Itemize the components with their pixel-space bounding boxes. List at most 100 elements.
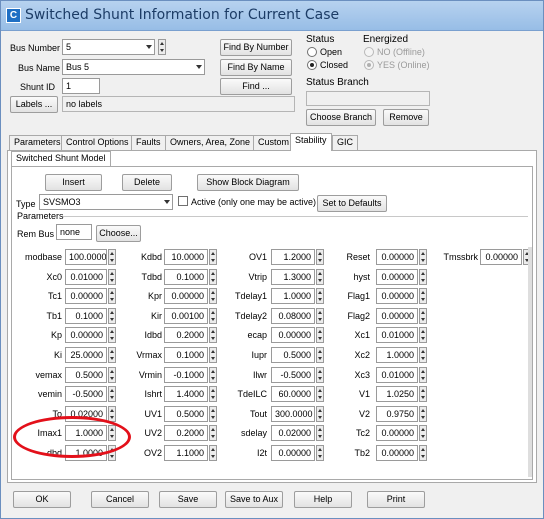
param-spinner-kpr[interactable] [209, 288, 217, 304]
param-field-ishrt[interactable]: 1.4000 [164, 386, 208, 402]
spin-down-icon[interactable] [421, 259, 425, 262]
choose-rem-bus-button[interactable]: Choose... [96, 225, 141, 242]
param-field-tc1[interactable]: 0.00000 [65, 288, 107, 304]
insert-button[interactable]: Insert [45, 174, 102, 191]
param-field-tdelay2[interactable]: 0.08000 [271, 308, 315, 324]
ok-button[interactable]: OK [13, 491, 71, 508]
rem-bus-field[interactable]: none [56, 224, 92, 240]
spin-down-icon[interactable] [211, 279, 215, 282]
param-field-vemax[interactable]: 0.5000 [65, 367, 107, 383]
param-spinner-flag1[interactable] [419, 288, 427, 304]
param-field-xc0[interactable]: 0.01000 [65, 269, 107, 285]
spin-down-icon[interactable] [421, 337, 425, 340]
param-field-tdbd[interactable]: 0.1000 [164, 269, 208, 285]
find-by-name-button[interactable]: Find By Name [220, 59, 292, 76]
param-spinner-reset[interactable] [419, 249, 427, 265]
param-field-v1[interactable]: 1.0250 [376, 386, 418, 402]
param-field-hyst[interactable]: 0.00000 [376, 269, 418, 285]
spin-up-icon[interactable] [421, 330, 425, 333]
spin-down-icon[interactable] [211, 259, 215, 262]
spin-up-icon[interactable] [211, 252, 215, 255]
param-field-ecap[interactable]: 0.00000 [271, 327, 315, 343]
param-field-ilwr[interactable]: -0.5000 [271, 367, 315, 383]
spin-up-icon[interactable] [211, 428, 215, 431]
spin-up-icon[interactable] [421, 252, 425, 255]
chevron-down-icon[interactable] [196, 65, 202, 69]
param-field-vemin[interactable]: -0.5000 [65, 386, 107, 402]
param-spinner-uv1[interactable] [209, 406, 217, 422]
param-field-tout[interactable]: 300.0000 [271, 406, 315, 422]
param-field-tb1[interactable]: 0.1000 [65, 308, 107, 324]
param-field-sdelay[interactable]: 0.02000 [271, 425, 315, 441]
spin-up-icon[interactable] [160, 42, 164, 45]
spin-down-icon[interactable] [421, 357, 425, 360]
spin-down-icon[interactable] [211, 455, 215, 458]
labels-button[interactable]: Labels ... [10, 96, 58, 113]
param-spinner-xc1[interactable] [419, 327, 427, 343]
param-field-modbase[interactable]: 100.0000 [65, 249, 107, 265]
type-combo[interactable]: SVSMO3 [39, 194, 173, 210]
tab-owners-area-zone[interactable]: Owners, Area, Zone [165, 135, 256, 150]
status-open-radio[interactable] [307, 47, 317, 57]
param-spinner-tdbd[interactable] [209, 269, 217, 285]
spin-up-icon[interactable] [421, 272, 425, 275]
spin-down-icon[interactable] [211, 337, 215, 340]
active-checkbox[interactable] [178, 196, 188, 206]
spin-up-icon[interactable] [211, 409, 215, 412]
param-field-iupr[interactable]: 0.5000 [271, 347, 315, 363]
param-spinner-ov2[interactable] [209, 445, 217, 461]
tab-control-options[interactable]: Control Options [61, 135, 134, 150]
tab-custom[interactable]: Custom [253, 135, 295, 150]
param-field-xc3[interactable]: 0.01000 [376, 367, 418, 383]
param-field-tb2[interactable]: 0.00000 [376, 445, 418, 461]
spin-down-icon[interactable] [421, 279, 425, 282]
spin-down-icon[interactable] [211, 357, 215, 360]
param-spinner-kir[interactable] [209, 308, 217, 324]
spin-down-icon[interactable] [211, 396, 215, 399]
spin-down-icon[interactable] [421, 298, 425, 301]
spin-up-icon[interactable] [211, 350, 215, 353]
spin-down-icon[interactable] [421, 416, 425, 419]
spin-down-icon[interactable] [211, 435, 215, 438]
save-button[interactable]: Save [159, 491, 217, 508]
spin-up-icon[interactable] [211, 330, 215, 333]
spin-up-icon[interactable] [211, 291, 215, 294]
param-field-flag1[interactable]: 0.00000 [376, 288, 418, 304]
choose-branch-button[interactable]: Choose Branch [306, 109, 376, 126]
bus-number-spinner[interactable] [158, 39, 166, 55]
scrollbar[interactable] [528, 247, 532, 477]
spin-down-icon[interactable] [421, 435, 425, 438]
param-spinner-kdbd[interactable] [209, 249, 217, 265]
param-field-uv2[interactable]: 0.2000 [164, 425, 208, 441]
param-spinner-v2[interactable] [419, 406, 427, 422]
tab-gic[interactable]: GIC [332, 135, 359, 150]
spin-up-icon[interactable] [211, 272, 215, 275]
spin-up-icon[interactable] [421, 428, 425, 431]
param-field-tc2[interactable]: 0.00000 [376, 425, 418, 441]
spin-up-icon[interactable] [211, 389, 215, 392]
shunt-id-field[interactable]: 1 [62, 78, 100, 94]
param-spinner-xc3[interactable] [419, 367, 427, 383]
param-field-i2t[interactable]: 0.00000 [271, 445, 315, 461]
print-button[interactable]: Print [367, 491, 425, 508]
title-bar[interactable]: C Switched Shunt Information for Current… [1, 1, 543, 31]
spin-up-icon[interactable] [421, 291, 425, 294]
param-spinner-tc2[interactable] [419, 425, 427, 441]
set-to-defaults-button[interactable]: Set to Defaults [317, 195, 387, 212]
param-spinner-flag2[interactable] [419, 308, 427, 324]
param-field-tmssbrk[interactable]: 0.00000 [480, 249, 522, 265]
delete-button[interactable]: Delete [122, 174, 172, 191]
param-field-idbd[interactable]: 0.2000 [164, 327, 208, 343]
spin-down-icon[interactable] [160, 49, 164, 52]
spin-up-icon[interactable] [421, 370, 425, 373]
find-button[interactable]: Find ... [220, 78, 292, 95]
find-by-number-button[interactable]: Find By Number [220, 39, 292, 56]
tab-switched-shunt-model[interactable]: Switched Shunt Model [11, 151, 111, 166]
spin-up-icon[interactable] [421, 448, 425, 451]
remove-button[interactable]: Remove [383, 109, 429, 126]
spin-down-icon[interactable] [421, 396, 425, 399]
bus-name-combo[interactable]: Bus 5 [62, 59, 205, 75]
chevron-down-icon[interactable] [146, 45, 152, 49]
spin-up-icon[interactable] [211, 311, 215, 314]
spin-up-icon[interactable] [421, 409, 425, 412]
